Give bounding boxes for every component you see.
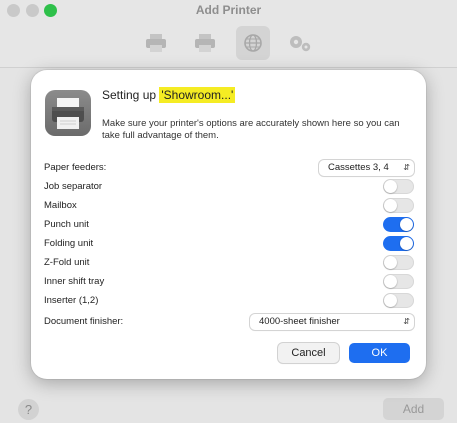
title-bar: Add Printer bbox=[0, 0, 457, 22]
option-row: Inner shift tray bbox=[44, 274, 414, 290]
help-button[interactable]: ? bbox=[18, 399, 39, 420]
option-toggle[interactable] bbox=[383, 217, 414, 232]
add-printer-window: Add Printer ? Add Setting up 'Showroom..… bbox=[0, 0, 457, 423]
window-title: Add Printer bbox=[195, 3, 262, 17]
toggle-knob bbox=[384, 256, 397, 269]
option-row: Folding unit bbox=[44, 236, 414, 252]
option-toggle[interactable] bbox=[383, 255, 414, 270]
document-finisher-value: 4000-sheet finisher bbox=[259, 316, 340, 327]
document-finisher-row: Document finisher: 4000-sheet finisher ⇵ bbox=[44, 314, 414, 330]
option-label: Punch unit bbox=[44, 219, 89, 230]
option-toggle[interactable] bbox=[383, 293, 414, 308]
ip-printer-tab[interactable] bbox=[188, 26, 222, 60]
option-toggle[interactable] bbox=[383, 198, 414, 213]
option-toggle[interactable] bbox=[383, 274, 414, 289]
toggle-knob bbox=[384, 294, 397, 307]
globe-icon bbox=[244, 34, 262, 52]
toggle-knob bbox=[400, 218, 413, 231]
option-toggle[interactable] bbox=[383, 236, 414, 251]
printer-icon bbox=[45, 90, 91, 136]
paper-feeders-row: Paper feeders: Cassettes 3, 4 ⇵ bbox=[44, 160, 414, 176]
option-toggle[interactable] bbox=[383, 179, 414, 194]
paper-feeders-label: Paper feeders: bbox=[44, 162, 107, 173]
heading-prefix: Setting up bbox=[102, 88, 160, 102]
toggle-knob bbox=[384, 180, 397, 193]
sheet-heading: Setting up 'Showroom...' bbox=[102, 87, 236, 103]
default-printer-icon bbox=[146, 34, 166, 52]
paper-feeders-select[interactable]: Cassettes 3, 4 ⇵ bbox=[319, 160, 414, 176]
option-label: Mailbox bbox=[44, 200, 77, 211]
ip-printer-icon bbox=[195, 34, 215, 52]
printer-options-sheet: Setting up 'Showroom...' Make sure your … bbox=[31, 70, 426, 379]
option-label: Inserter (1,2) bbox=[44, 295, 99, 306]
advanced-tab[interactable] bbox=[283, 26, 317, 60]
option-row: Job separator bbox=[44, 179, 414, 195]
add-button[interactable]: Add bbox=[383, 398, 444, 420]
advanced-gears-icon bbox=[290, 36, 311, 52]
toggle-knob bbox=[384, 199, 397, 212]
option-label: Job separator bbox=[44, 181, 103, 192]
chevron-updown-icon: ⇵ bbox=[403, 317, 410, 326]
option-label: Folding unit bbox=[44, 238, 94, 249]
option-label: Z-Fold unit bbox=[44, 257, 90, 268]
option-label: Inner shift tray bbox=[44, 276, 105, 287]
toolbar bbox=[0, 22, 457, 68]
toggle-knob bbox=[384, 275, 397, 288]
sheet-description: Make sure your printer's options are acc… bbox=[102, 118, 400, 141]
cancel-button[interactable]: Cancel bbox=[278, 343, 339, 363]
document-finisher-label: Document finisher: bbox=[44, 316, 124, 327]
document-finisher-select[interactable]: 4000-sheet finisher ⇵ bbox=[250, 314, 414, 330]
option-row: Punch unit bbox=[44, 217, 414, 233]
ip-globe-tab[interactable] bbox=[236, 26, 270, 60]
option-row: Z-Fold unit bbox=[44, 255, 414, 271]
ok-button[interactable]: OK bbox=[349, 343, 410, 363]
paper-feeders-value: Cassettes 3, 4 bbox=[328, 162, 389, 173]
default-printer-tab[interactable] bbox=[139, 26, 173, 60]
chevron-updown-icon: ⇵ bbox=[403, 163, 410, 172]
printer-name-highlight: 'Showroom...' bbox=[159, 87, 236, 103]
toggle-knob bbox=[400, 237, 413, 250]
option-row: Inserter (1,2) bbox=[44, 293, 414, 309]
option-row: Mailbox bbox=[44, 198, 414, 214]
